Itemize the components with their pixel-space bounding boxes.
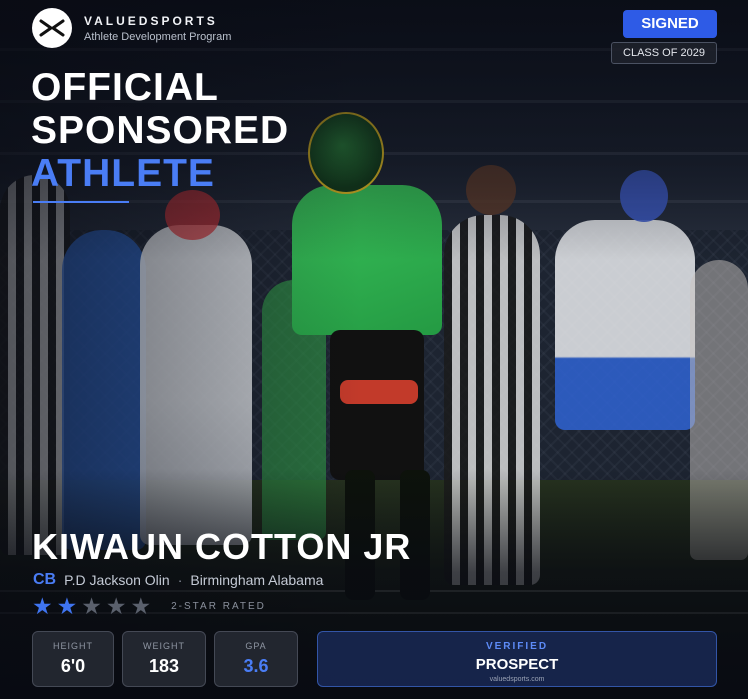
stat-label: WEIGHT [143, 641, 185, 651]
headline-underline [33, 201, 129, 203]
athlete-location: Birmingham Alabama [190, 572, 324, 588]
athlete-name: KIWAUN COTTON JR [32, 526, 412, 567]
verified-value: PROSPECT [475, 656, 559, 673]
headline-line-3: ATHLETE [31, 152, 215, 195]
athlete-position: CB [33, 571, 57, 588]
headline: OFFICIAL SPONSORED ATHLETE [31, 66, 289, 195]
stat-label: HEIGHT [52, 641, 93, 651]
athlete-meta: CB P.D Jackson Olin · Birmingham Alabama [33, 571, 323, 589]
star-rating: ★ ★ ★ ★ ★ 2-STAR RATED [32, 593, 266, 619]
star-icon: ★ [56, 593, 78, 619]
brand-header: VALUEDSPORTS Athlete Development Program [32, 8, 231, 48]
headline-line-1: OFFICIAL [31, 66, 219, 109]
star-icon: ★ [81, 593, 102, 619]
stat-value: 3.6 [243, 656, 269, 676]
stat-height: HEIGHT 6'0 [32, 631, 114, 687]
stat-value: 6'0 [60, 656, 86, 676]
verified-label: VERIFIED [485, 641, 549, 652]
crossed-arrows-icon [32, 8, 72, 48]
athlete-school: P.D Jackson Olin [64, 572, 170, 588]
star-icon: ★ [105, 593, 127, 619]
stat-gpa: GPA 3.6 [214, 631, 298, 687]
stat-value: 183 [148, 656, 180, 676]
rating-label: 2-STAR RATED [171, 600, 266, 612]
class-year-badge: CLASS OF 2029 [611, 42, 717, 64]
headline-line-2: SPONSORED [31, 109, 290, 152]
stat-label: GPA [245, 641, 267, 651]
brand-subtitle: Athlete Development Program [84, 30, 232, 43]
star-icon: ★ [32, 593, 53, 619]
signed-badge: SIGNED [623, 10, 717, 38]
brand-name: VALUEDSPORTS [84, 13, 218, 28]
athlete-card: VALUEDSPORTS Athlete Development Program… [0, 0, 748, 699]
star-icon: ★ [130, 593, 152, 619]
meta-separator: · [177, 572, 183, 588]
verified-url: valuedsports.com [489, 676, 545, 683]
verified-prospect-panel: VERIFIED PROSPECT valuedsports.com [317, 631, 717, 687]
stat-weight: WEIGHT 183 [122, 631, 206, 687]
brand-text: VALUEDSPORTS Athlete Development Program [84, 14, 231, 43]
